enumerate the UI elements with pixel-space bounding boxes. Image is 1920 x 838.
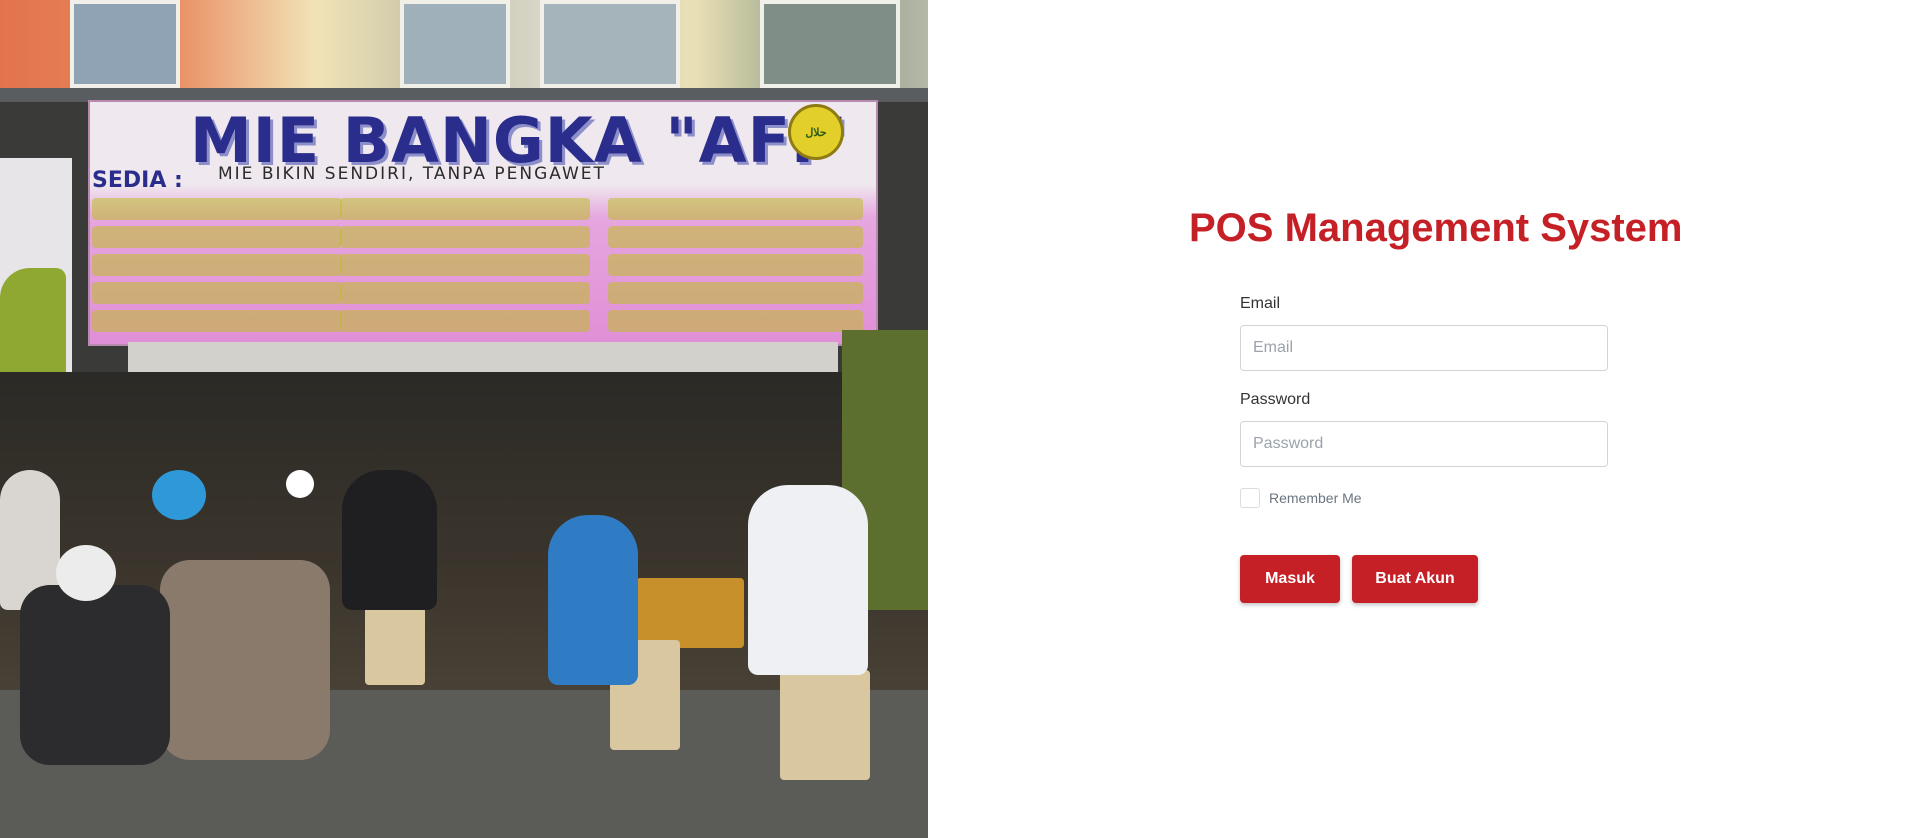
motorbike (20, 585, 170, 765)
window (400, 0, 510, 88)
email-input[interactable] (1240, 325, 1608, 371)
menu-row (340, 254, 590, 276)
storefront-photo: MIE BANGKA "AFI" MIE BIKIN SENDIRI, TANP… (0, 0, 928, 838)
menu-row (608, 282, 863, 304)
person (342, 470, 437, 610)
menu-row (340, 282, 590, 304)
menu-row (92, 226, 342, 248)
remember-me-row: Remember Me (1240, 487, 1608, 509)
login-button[interactable]: Masuk (1240, 555, 1340, 603)
menu-row (92, 310, 342, 332)
window (540, 0, 680, 88)
helmet (56, 545, 116, 601)
menu-row (340, 226, 590, 248)
menu-row (608, 254, 863, 276)
menu-row (92, 254, 342, 276)
menu-row (340, 198, 590, 220)
remember-me-label[interactable]: Remember Me (1269, 490, 1362, 506)
menu-row (608, 310, 863, 332)
email-label: Email (1240, 295, 1281, 312)
person (748, 485, 868, 675)
halal-badge-icon: حلال (788, 104, 844, 160)
remember-me-checkbox[interactable] (1240, 488, 1260, 508)
window (70, 0, 180, 88)
menu-row (608, 226, 863, 248)
password-input[interactable] (1240, 421, 1608, 467)
menu-row (92, 198, 342, 220)
stool (780, 670, 870, 780)
mirror (286, 470, 314, 498)
motorbike (160, 560, 330, 760)
helmet (152, 470, 206, 520)
banner-subtitle: MIE BIKIN SENDIRI, TANPA PENGAWET (218, 164, 606, 184)
page-title: POS Management System (1189, 206, 1683, 250)
person (548, 515, 638, 685)
window (760, 0, 900, 88)
create-account-button[interactable]: Buat Akun (1352, 555, 1478, 603)
menu-row (340, 310, 590, 332)
menu-row (92, 282, 342, 304)
banner-sedia: SEDIA : (92, 168, 183, 193)
login-form: Email Password Remember Me Masuk Buat Ak… (1240, 294, 1608, 603)
action-buttons: Masuk Buat Akun (1240, 555, 1608, 603)
menu-row (608, 198, 863, 220)
password-label: Password (1240, 391, 1311, 408)
table (636, 578, 744, 648)
awning (128, 342, 838, 372)
login-page: MIE BANGKA "AFI" MIE BIKIN SENDIRI, TANP… (0, 0, 1920, 838)
